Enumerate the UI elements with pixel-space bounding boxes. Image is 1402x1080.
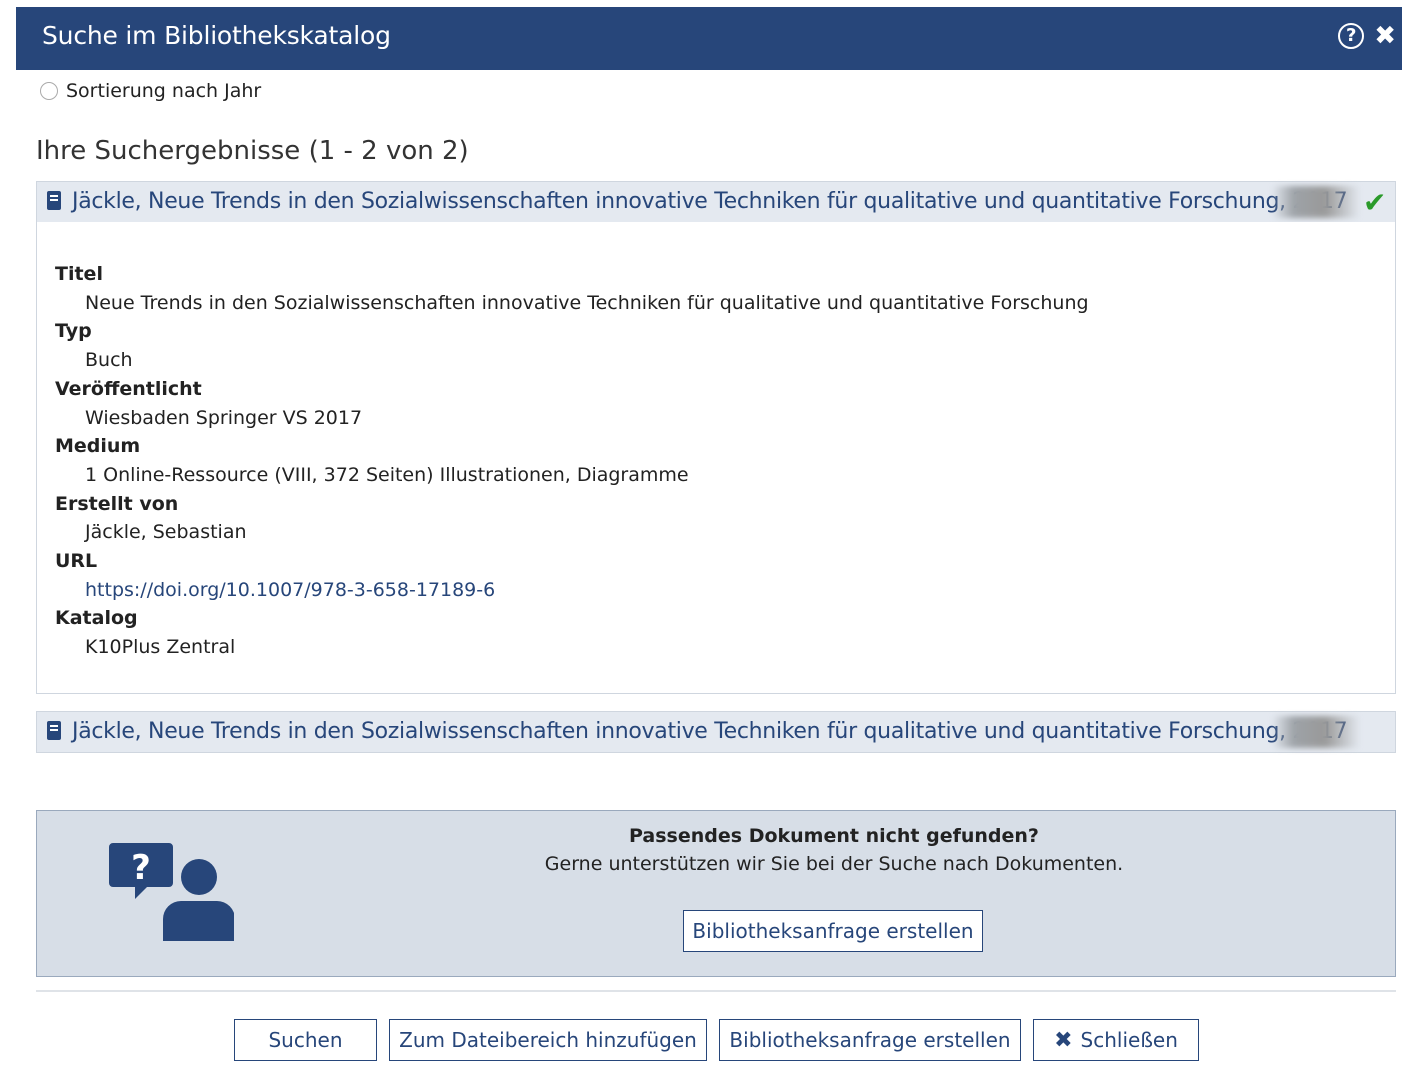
detail-value-medium: 1 Online-Ressource (VIII, 372 Seiten) Il… xyxy=(85,463,689,486)
detail-value-type: Buch xyxy=(85,349,133,372)
help-subtext: Gerne unterstützen wir Sie bei der Suche… xyxy=(544,853,1124,875)
close-x-icon: ✖ xyxy=(1054,1027,1073,1053)
sort-by-year-option[interactable]: Sortierung nach Jahr xyxy=(40,80,261,102)
redacted-area xyxy=(1272,186,1360,218)
detail-value-published: Wiesbaden Springer VS 2017 xyxy=(85,406,363,429)
results-heading: Ihre Suchergebnisse (1 - 2 von 2) xyxy=(36,136,469,166)
titlebar-icons: ? ✖ xyxy=(1338,23,1396,49)
library-request-help-box: ? Passendes Dokument nicht gefunden? Ger… xyxy=(36,810,1396,977)
result-title[interactable]: Jäckle, Neue Trends in den Sozialwissens… xyxy=(72,719,1348,744)
close-icon[interactable]: ✖ xyxy=(1374,23,1396,49)
check-icon: ✔ xyxy=(1363,186,1387,219)
create-library-request-button[interactable]: Bibliotheksanfrage erstellen xyxy=(683,910,983,952)
help-question: Passendes Dokument nicht gefunden? xyxy=(629,825,1039,847)
footer-divider xyxy=(36,990,1396,992)
detail-label-url: URL xyxy=(55,550,98,573)
book-icon xyxy=(47,721,61,740)
detail-label-title: Titel xyxy=(55,263,103,285)
detail-value-title: Neue Trends in den Sozialwissenschaften … xyxy=(85,291,1089,314)
book-icon xyxy=(47,191,61,210)
detail-value-catalog: K10Plus Zentral xyxy=(85,636,236,659)
detail-label-medium: Medium xyxy=(55,435,141,458)
sort-label: Sortierung nach Jahr xyxy=(66,80,262,102)
help-text: Passendes Dokument nicht gefunden? Gerne… xyxy=(37,825,1395,875)
detail-list: Titel Neue Trends in den Sozialwissensch… xyxy=(55,260,1089,662)
redacted-area xyxy=(1272,716,1360,748)
help-icon[interactable]: ? xyxy=(1338,23,1365,49)
library-request-button[interactable]: Bibliotheksanfrage erstellen xyxy=(719,1019,1021,1061)
result-item-2-header[interactable]: Jäckle, Neue Trends in den Sozialwissens… xyxy=(36,711,1396,753)
result-title[interactable]: Jäckle, Neue Trends in den Sozialwissens… xyxy=(72,189,1348,214)
detail-label-type: Typ xyxy=(55,320,92,343)
search-button[interactable]: Suchen xyxy=(234,1019,377,1061)
sort-radio[interactable] xyxy=(40,82,58,100)
close-button-label: Schließen xyxy=(1080,1028,1178,1052)
dialog-titlebar: Suche im Bibliothekskatalog ? ✖ xyxy=(16,7,1402,70)
close-button[interactable]: ✖ Schließen xyxy=(1033,1019,1199,1061)
detail-label-catalog: Katalog xyxy=(55,607,138,630)
dialog-title: Suche im Bibliothekskatalog xyxy=(42,21,391,50)
result-details-panel: Titel Neue Trends in den Sozialwissensch… xyxy=(36,222,1396,694)
detail-label-author: Erstellt von xyxy=(55,492,179,515)
detail-label-published: Veröffentlicht xyxy=(55,377,202,400)
detail-value-author: Jäckle, Sebastian xyxy=(85,521,247,544)
result-item-1-header[interactable]: Jäckle, Neue Trends in den Sozialwissens… xyxy=(36,181,1396,223)
add-to-files-button[interactable]: Zum Dateibereich hinzufügen xyxy=(389,1019,707,1061)
detail-url-link[interactable]: https://doi.org/10.1007/978-3-658-17189-… xyxy=(55,576,1089,605)
